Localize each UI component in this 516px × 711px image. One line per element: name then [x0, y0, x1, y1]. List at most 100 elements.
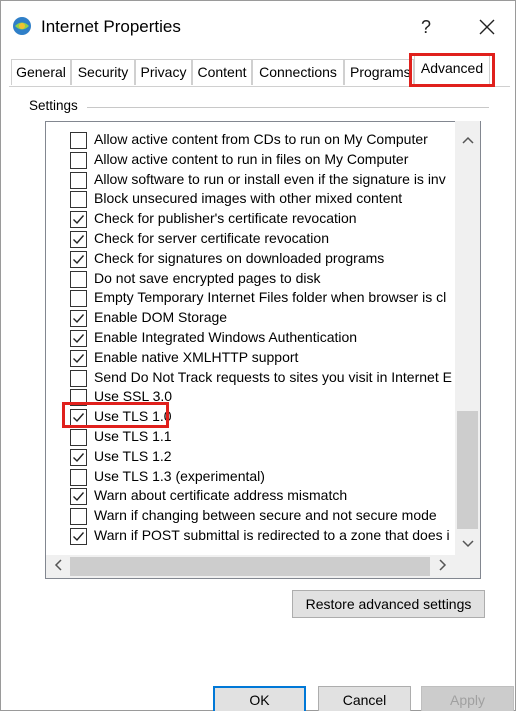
setting-label: Check for signatures on downloaded progr…	[94, 249, 385, 266]
setting-item[interactable]: Do not save encrypted pages to disk	[46, 269, 456, 289]
setting-label: Send Do Not Track requests to sites you …	[94, 368, 452, 385]
checkmark-icon	[73, 353, 85, 363]
horizontal-scrollbar[interactable]	[46, 555, 455, 578]
checkmark-icon	[73, 334, 85, 344]
setting-label: Empty Temporary Internet Files folder wh…	[94, 289, 447, 306]
checkmark-icon	[73, 452, 85, 462]
setting-label: Warn about certificate address mismatch	[94, 487, 348, 504]
scroll-down-button[interactable]	[455, 535, 480, 555]
tab-label: Connections	[259, 64, 337, 80]
setting-item[interactable]: Warn about certificate address mismatch	[46, 486, 456, 506]
chevron-up-icon	[461, 136, 474, 144]
setting-item[interactable]: Allow software to run or install even if…	[46, 170, 456, 190]
ok-button[interactable]: OK	[213, 686, 306, 711]
checkbox-unchecked[interactable]	[70, 171, 87, 189]
checkbox-checked[interactable]	[70, 448, 87, 466]
setting-item[interactable]: Send Do Not Track requests to sites you …	[46, 368, 456, 388]
tab-content[interactable]: Content	[192, 59, 252, 85]
vertical-scroll-thumb[interactable]	[457, 411, 478, 529]
checkbox-checked[interactable]	[70, 250, 87, 268]
checkbox-unchecked[interactable]	[70, 429, 87, 446]
checkmark-icon	[73, 215, 85, 225]
checkbox-unchecked[interactable]	[70, 151, 87, 169]
setting-item[interactable]: Warn if changing between secure and not …	[46, 506, 456, 526]
internet-explorer-icon	[11, 15, 33, 37]
help-button[interactable]: ?	[409, 11, 443, 43]
setting-item[interactable]: Allow active content to run in files on …	[46, 150, 456, 170]
setting-item[interactable]: Use TLS 1.1	[46, 427, 456, 447]
setting-label: Allow software to run or install even if…	[94, 170, 446, 187]
setting-label: Allow active content from CDs to run on …	[94, 131, 428, 147]
checkbox-unchecked[interactable]	[70, 270, 87, 288]
setting-item[interactable]: Use TLS 1.2	[46, 447, 456, 467]
checkmark-icon	[73, 532, 85, 542]
tab-security[interactable]: Security	[71, 59, 135, 85]
cancel-button[interactable]: Cancel	[318, 686, 411, 711]
checkbox-checked[interactable]	[70, 231, 87, 248]
checkbox-unchecked[interactable]	[70, 508, 87, 526]
setting-label: Do not save encrypted pages to disk	[94, 269, 321, 286]
checkbox-unchecked[interactable]	[70, 468, 87, 486]
setting-label: Block unsecured images with other mixed …	[94, 190, 403, 207]
tab-label: Programs	[350, 64, 411, 80]
chevron-right-icon	[439, 559, 447, 571]
tab-label: General	[16, 64, 66, 80]
setting-label: Allow active content to run in files on …	[94, 150, 409, 167]
checkbox-checked[interactable]	[70, 349, 87, 367]
setting-label: Check for publisher's certificate revoca…	[94, 210, 357, 227]
tab-label: Security	[77, 64, 129, 80]
setting-item[interactable]: Check for signatures on downloaded progr…	[46, 249, 456, 269]
internet-properties-dialog: Internet Properties ? General Security P…	[0, 0, 516, 711]
setting-label: Use TLS 1.2	[94, 447, 172, 464]
setting-item[interactable]: Enable DOM Storage	[46, 308, 456, 328]
setting-label: Check for server certificate revocation	[94, 230, 329, 246]
checkbox-checked[interactable]	[70, 211, 87, 229]
tab-connections[interactable]: Connections	[252, 59, 344, 85]
settings-group-rule	[87, 107, 489, 108]
setting-label: Warn if POST submittal is redirected to …	[94, 527, 450, 543]
setting-label: Enable DOM Storage	[94, 309, 228, 326]
checkbox-checked[interactable]	[70, 310, 87, 328]
window-title: Internet Properties	[41, 17, 181, 36]
horizontal-scroll-thumb[interactable]	[70, 557, 430, 576]
tab-label: Content	[197, 64, 247, 80]
setting-label: Enable Integrated Windows Authentication	[94, 329, 358, 345]
checkmark-icon	[73, 254, 85, 264]
advanced-tab-highlight	[409, 53, 495, 87]
close-button[interactable]	[467, 11, 507, 43]
setting-item[interactable]: Check for server certificate revocation	[46, 229, 456, 249]
checkbox-unchecked[interactable]	[70, 369, 87, 387]
checkmark-icon	[73, 314, 85, 324]
close-icon	[479, 19, 495, 35]
setting-item[interactable]: Warn if POST submittal is redirected to …	[46, 526, 456, 546]
tab-privacy[interactable]: Privacy	[135, 59, 192, 85]
tab-programs[interactable]: Programs	[344, 59, 414, 85]
scroll-right-button[interactable]	[431, 555, 455, 578]
setting-item[interactable]: Use TLS 1.3 (experimental)	[46, 467, 456, 487]
restore-advanced-settings-button[interactable]: Restore advanced settings	[292, 590, 485, 618]
tab-label: Privacy	[140, 64, 187, 80]
scroll-left-button[interactable]	[46, 555, 70, 578]
checkbox-unchecked[interactable]	[70, 290, 87, 308]
scroll-up-button[interactable]	[455, 131, 480, 151]
checkbox-checked[interactable]	[70, 528, 87, 545]
setting-item[interactable]: Empty Temporary Internet Files folder wh…	[46, 288, 456, 308]
scrollbar-corner	[455, 555, 480, 578]
setting-item[interactable]: Enable native XMLHTTP support	[46, 348, 456, 368]
setting-item[interactable]: Block unsecured images with other mixed …	[46, 189, 456, 209]
tls-1-0-highlight	[62, 402, 169, 428]
setting-item[interactable]: Allow active content from CDs to run on …	[46, 130, 456, 150]
title-bar[interactable]: Internet Properties ?	[1, 1, 515, 53]
checkbox-checked[interactable]	[70, 330, 87, 347]
settings-list[interactable]: Allow active content from CDs to run on …	[45, 121, 481, 579]
checkbox-checked[interactable]	[70, 488, 87, 506]
checkbox-unchecked[interactable]	[70, 132, 87, 149]
vertical-scrollbar[interactable]	[455, 121, 480, 557]
setting-item[interactable]: Check for publisher's certificate revoca…	[46, 209, 456, 229]
chevron-left-icon	[54, 559, 62, 571]
checkmark-icon	[73, 235, 85, 245]
setting-item[interactable]: Enable Integrated Windows Authentication	[46, 328, 456, 348]
settings-group-label: Settings	[29, 98, 82, 113]
tab-general[interactable]: General	[11, 59, 71, 85]
checkbox-unchecked[interactable]	[70, 191, 87, 209]
